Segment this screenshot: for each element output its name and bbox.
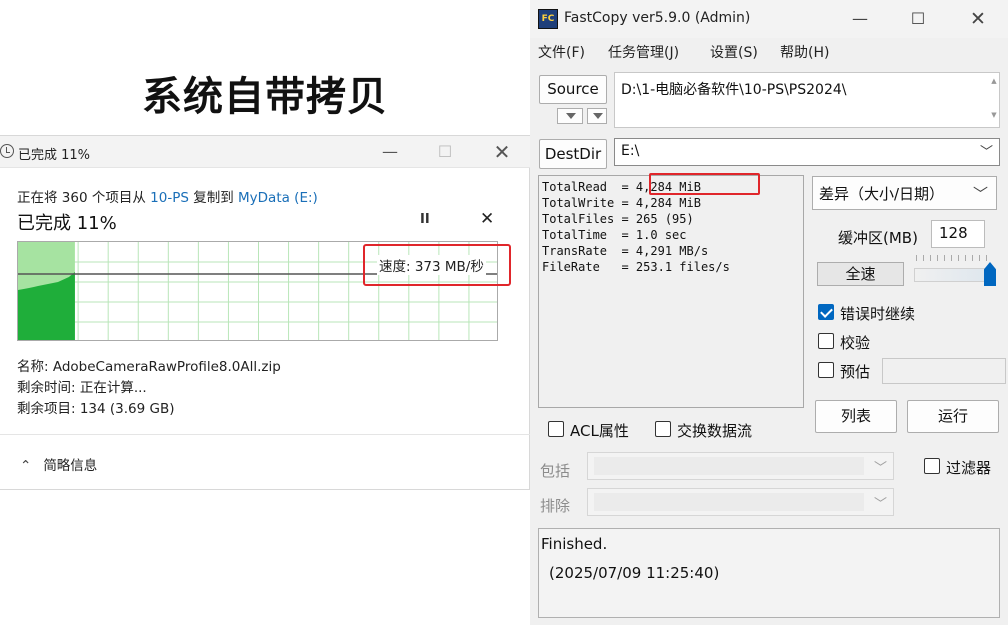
include-label: 包括	[540, 462, 571, 480]
source-dropdown-button[interactable]	[587, 108, 607, 124]
maximize-button[interactable]: ☐	[425, 140, 465, 164]
include-filter-select: ﹀	[587, 452, 894, 480]
dialog-titlebar: 已完成 11% — ☐ ✕	[0, 136, 530, 168]
stat-total-time: TotalTime = 1.0 sec	[542, 228, 687, 242]
speed-slider-ticks	[916, 255, 992, 261]
status-timestamp: (2025/07/09 11:25:40)	[549, 564, 720, 582]
source-button[interactable]: Source	[539, 75, 607, 104]
page-heading: 系统自带拷贝	[142, 74, 388, 120]
pause-icon: II	[420, 212, 430, 227]
clock-icon	[0, 144, 14, 158]
menu-settings[interactable]: 设置(S)	[710, 42, 758, 62]
alt-streams-checkbox[interactable]	[655, 421, 671, 437]
fastcopy-app-icon: FC	[538, 9, 558, 29]
time-remaining-line: 剩余时间: 正在计算...	[17, 380, 147, 396]
exclude-filter-field	[594, 493, 864, 511]
copy-description: 正在将 360 个项目从 10-PS 复制到 MyData (E:)	[17, 186, 318, 206]
copy-desc-prefix: 正在将 360 个项目从	[17, 190, 151, 206]
dest-drive-link[interactable]: MyData (E:)	[238, 190, 318, 206]
filter-label: 过滤器	[946, 459, 992, 477]
source-history-button[interactable]	[557, 108, 583, 124]
close-button[interactable]: ✕	[482, 140, 522, 164]
file-name-line: 名称: AdobeCameraRawProfile8.0All.zip	[17, 359, 281, 375]
items-remaining-line: 剩余项目: 134 (3.69 GB)	[17, 401, 175, 417]
filter-checkbox[interactable]	[924, 458, 940, 474]
run-button[interactable]: 运行	[907, 400, 999, 433]
divider	[0, 434, 530, 435]
fastcopy-titlebar: FC FastCopy ver5.9.0 (Admin) — ☐ ✕	[530, 0, 1008, 38]
progress-title: 已完成 11%	[17, 213, 117, 234]
fastcopy-window: FC FastCopy ver5.9.0 (Admin) — ☐ ✕ 文件(F)…	[530, 0, 1008, 625]
exclude-filter-select: ﹀	[587, 488, 894, 516]
maximize-button[interactable]: ☐	[898, 7, 938, 31]
destdir-button[interactable]: DestDir	[539, 139, 607, 169]
status-finished: Finished.	[541, 535, 608, 553]
stat-file-rate: FileRate = 253.1 files/s	[542, 260, 730, 274]
pause-button[interactable]: II	[420, 212, 430, 227]
copy-mode-value: 差异（大小/日期）	[819, 185, 945, 203]
menu-help[interactable]: 帮助(H)	[780, 42, 829, 62]
exclude-label: 排除	[540, 497, 571, 515]
source-path-field[interactable]: D:\1-电脑必备软件\10-PS\PS2024\	[614, 72, 1000, 128]
windows-copy-dialog: 已完成 11% — ☐ ✕ 正在将 360 个项目从 10-PS 复制到 MyD…	[0, 135, 530, 490]
details-toggle-label: 简略信息	[43, 458, 98, 474]
stat-total-write: TotalWrite = 4,284 MiB	[542, 196, 701, 210]
estimate-label: 预估	[840, 363, 871, 381]
verify-label: 校验	[840, 334, 871, 352]
chevron-down-icon: ﹀	[873, 461, 887, 476]
chevron-down-icon: ﹀	[972, 185, 988, 203]
status-panel: Finished. (2025/07/09 11:25:40)	[538, 528, 1000, 618]
scroll-down-icon: ▼	[991, 111, 997, 119]
stat-trans-rate: TransRate = 4,291 MB/s	[542, 244, 709, 258]
menu-file[interactable]: 文件(F)	[538, 42, 585, 62]
speed-slider-track[interactable]	[914, 268, 994, 282]
close-button[interactable]: ✕	[958, 7, 998, 31]
scroll-up-icon: ▲	[991, 77, 997, 85]
estimate-field	[882, 358, 1006, 384]
stats-panel: TotalRead = 4,284 MiB TotalWrite = 4,284…	[538, 175, 804, 408]
total-read-highlight-box	[649, 173, 760, 195]
buffer-label: 缓冲区(MB)	[838, 229, 918, 247]
cancel-button[interactable]: ✕	[480, 209, 494, 229]
fastcopy-title: FastCopy ver5.9.0 (Admin)	[564, 10, 751, 26]
acl-checkbox[interactable]	[548, 421, 564, 437]
copy-desc-middle: 复制到	[188, 190, 239, 206]
buffer-size-input[interactable]: 128	[931, 220, 985, 248]
minimize-button[interactable]: —	[370, 140, 410, 164]
screenshot-canvas: 系统自带拷贝 已完成 11% — ☐ ✕ 正在将 360 个项目从 10-PS …	[0, 0, 1008, 625]
dest-path-field[interactable]: E:\ ﹀	[614, 138, 1000, 166]
continue-on-error-checkbox[interactable]	[818, 304, 834, 320]
list-button[interactable]: 列表	[815, 400, 897, 433]
close-icon: ✕	[480, 209, 495, 229]
speed-slider-thumb[interactable]	[984, 262, 996, 286]
stat-total-files: TotalFiles = 265 (95)	[542, 212, 694, 226]
speed-label: 速度: 373 MB/秒	[377, 255, 486, 275]
dialog-title: 已完成 11%	[18, 148, 91, 163]
details-toggle[interactable]: ⌃ 简略信息	[20, 454, 97, 474]
source-scrollbar[interactable]: ▲ ▼	[989, 73, 999, 127]
chevron-down-icon: ﹀	[873, 497, 887, 512]
include-filter-field	[594, 457, 864, 475]
chevron-down-icon: ﹀	[979, 145, 993, 160]
verify-checkbox[interactable]	[818, 333, 834, 349]
menu-jobs[interactable]: 任务管理(J)	[608, 42, 679, 62]
alt-streams-label: 交换数据流	[677, 422, 753, 440]
minimize-button[interactable]: —	[840, 7, 880, 31]
menu-bar: 文件(F) 任务管理(J) 设置(S) 帮助(H)	[530, 38, 1008, 64]
chevron-up-icon: ⌃	[20, 458, 32, 474]
estimate-checkbox[interactable]	[818, 362, 834, 378]
copy-mode-select[interactable]: 差异（大小/日期） ﹀	[812, 176, 997, 210]
source-folder-link[interactable]: 10-PS	[150, 190, 189, 206]
dest-path-value: E:\	[621, 143, 640, 159]
full-speed-button[interactable]: 全速	[817, 262, 904, 286]
acl-label: ACL属性	[570, 422, 629, 440]
continue-on-error-label: 错误时继续	[840, 305, 916, 323]
